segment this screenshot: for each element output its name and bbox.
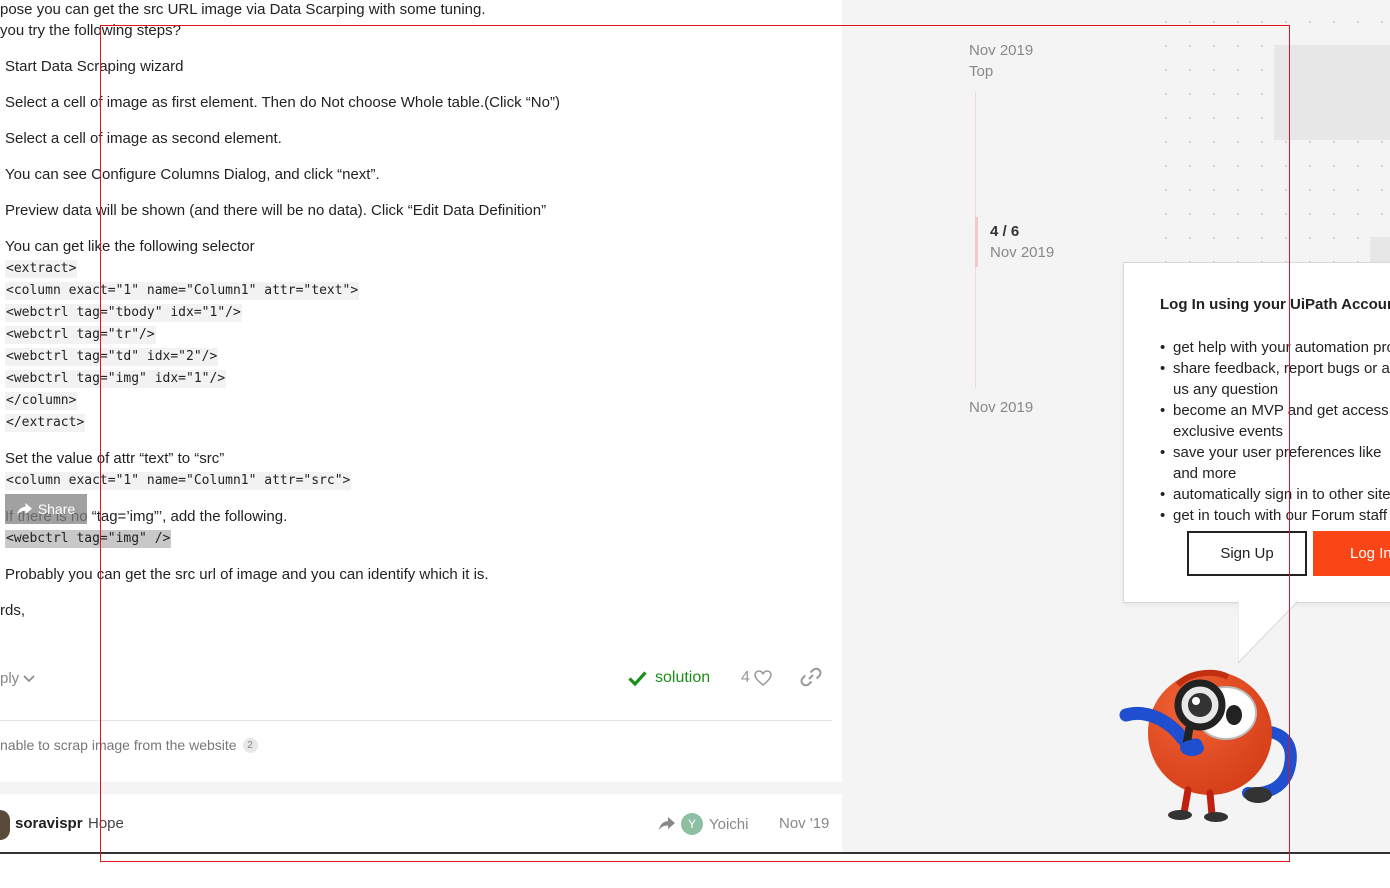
benefit-item: get in touch with our Forum staff xyxy=(1160,505,1390,526)
post-intro-line: you try the following steps? xyxy=(0,22,181,39)
step-item: You can see Configure Columns Dialog, an… xyxy=(5,166,380,183)
code-line: <webctrl tag="td" idx="2"/> xyxy=(5,348,219,366)
code-line: <webctrl tag="tr"/> xyxy=(5,326,156,344)
benefit-item: automatically sign in to other sites xyxy=(1160,484,1390,505)
reply-arrow-icon xyxy=(659,817,675,831)
bottom-border xyxy=(0,852,1390,854)
code-line: <column exact="1" name="Column1" attr="t… xyxy=(5,282,360,300)
share-button[interactable]: Share xyxy=(5,494,87,524)
replies-label: ply xyxy=(0,670,20,687)
benefit-item: share feedback, report bugs or ask xyxy=(1160,358,1390,379)
step-item: Select a cell of image as second element… xyxy=(5,130,282,147)
timeline-handle[interactable] xyxy=(975,217,978,267)
share-label: Share xyxy=(37,501,76,517)
mascot-illustration xyxy=(1119,669,1297,822)
checkmark-icon xyxy=(628,670,647,686)
step-item: Probably you can get the src url of imag… xyxy=(5,566,489,583)
solution-button[interactable]: solution xyxy=(628,669,710,687)
share-icon xyxy=(16,502,32,516)
linked-topic-count: 2 xyxy=(242,737,258,753)
step-item: Start Data Scraping wizard xyxy=(5,58,184,75)
chevron-down-icon xyxy=(23,674,35,682)
benefit-item-continued: us any question xyxy=(1173,381,1279,398)
code-line: </extract> xyxy=(5,414,86,432)
post-controls: ply solution 4 xyxy=(0,660,842,700)
divider xyxy=(0,720,832,721)
post-username[interactable]: soravispr xyxy=(15,815,83,832)
step-item: Set the value of attr “text” to “src” xyxy=(5,450,225,467)
post-body: pose you can get the src URL image via D… xyxy=(0,0,842,782)
step-item: You can get like the following selector xyxy=(5,238,255,255)
post-separator xyxy=(0,782,842,794)
step-item: Preview data will be shown (and there wi… xyxy=(5,202,547,219)
benefit-item: get help with your automation projects xyxy=(1160,337,1390,358)
post-snippet: Hope xyxy=(88,815,124,832)
linked-topic[interactable]: nable to scrap image from the website 2 xyxy=(0,737,258,753)
reply-to-name: Yoichi xyxy=(709,815,749,833)
benefit-item-continued: and more xyxy=(1173,465,1237,482)
timeline-start-date[interactable]: Nov 2019 xyxy=(969,42,1033,59)
reply-to-link[interactable]: Y Yoichi xyxy=(659,813,748,835)
replies-toggle[interactable]: ply xyxy=(0,670,35,687)
code-line: <column exact="1" name="Column1" attr="s… xyxy=(5,472,352,490)
login-popup: Log In using your UiPath Account get hel… xyxy=(1123,262,1390,603)
link-icon[interactable] xyxy=(800,666,822,688)
like-count: 4 xyxy=(741,669,750,686)
post-closing: rds, xyxy=(0,602,26,619)
timeline-position: 4 / 6 xyxy=(990,223,1020,240)
code-line: <webctrl tag="tbody" idx="1"/> xyxy=(5,304,242,322)
timeline-end-date[interactable]: Nov 2019 xyxy=(969,399,1033,416)
solution-label: solution xyxy=(655,669,711,686)
linked-topic-title: nable to scrap image from the website xyxy=(0,737,237,753)
popup-title: Log In using your UiPath Account xyxy=(1160,296,1390,313)
benefits-list: get help with your automation projects s… xyxy=(1160,337,1390,526)
post-intro-line: pose you can get the src URL image via D… xyxy=(0,1,486,18)
like-button[interactable]: 4 xyxy=(741,669,772,687)
timeline-position-date: Nov 2019 xyxy=(990,244,1055,261)
code-line: </column> xyxy=(5,392,78,410)
timeline-top-label[interactable]: Top xyxy=(969,63,993,80)
code-line: <webctrl tag="img" idx="1"/> xyxy=(5,370,227,388)
avatar[interactable] xyxy=(0,810,10,840)
reply-to-avatar: Y xyxy=(681,813,703,835)
benefit-item-continued: exclusive events xyxy=(1173,423,1284,440)
signup-button[interactable]: Sign Up xyxy=(1187,531,1307,576)
benefit-item: become an MVP and get access to xyxy=(1160,400,1390,421)
next-post-header: soravispr Hope Y Yoichi Nov '19 xyxy=(0,794,842,852)
code-line: <extract> xyxy=(5,260,78,278)
login-button[interactable]: Log In xyxy=(1313,531,1390,576)
heart-icon xyxy=(754,670,772,686)
code-line-selected[interactable]: <webctrl tag="img" /> xyxy=(5,530,172,548)
background-shape xyxy=(1274,45,1390,140)
benefit-item: save your user preferences like xyxy=(1160,442,1390,463)
step-item: Select a cell of image as first element.… xyxy=(5,94,560,111)
post-date[interactable]: Nov '19 xyxy=(779,815,829,832)
